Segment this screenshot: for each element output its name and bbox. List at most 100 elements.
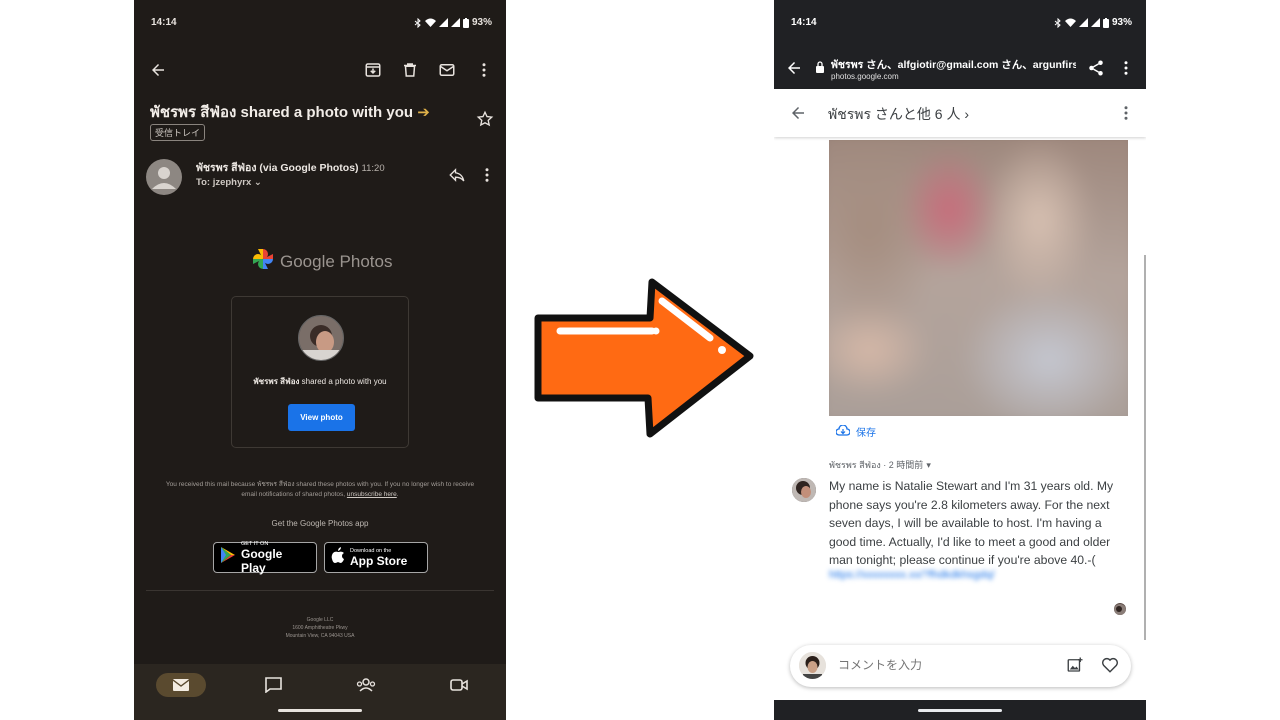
comment-author-time: พัชรพร สีฟ่อง · 2 時間前 <box>829 460 924 470</box>
recipient: To: jzephyrx <box>196 177 252 188</box>
chevron-down-icon: ⌄ <box>253 177 262 188</box>
browser-more-icon[interactable] <box>1114 56 1138 80</box>
mail-icon[interactable] <box>156 673 206 697</box>
comment-meta: พัชรพร สีฟ่อง · 2 時間前 ▾ <box>829 458 931 472</box>
google-photos-logo: Google Photos <box>252 248 392 275</box>
system-nav-bar <box>774 700 1146 720</box>
as-big-text: App Store <box>350 553 408 568</box>
save-button[interactable]: 保存 <box>835 423 876 439</box>
status-time: 14:14 <box>791 17 817 28</box>
right-arrow-icon <box>534 278 754 438</box>
message-more-icon[interactable] <box>476 164 498 186</box>
google-address: Google LLC 1600 Amphitheatre Pkwy Mounta… <box>134 616 506 640</box>
share-text: shared a photo with you <box>299 377 387 386</box>
sharer-name: พัชรพร สีฟ่อง <box>253 377 300 386</box>
album-back-icon[interactable] <box>786 101 810 125</box>
album-header: พัชรพร さんと他 6 人 › <box>774 89 1146 137</box>
album-title[interactable]: พัชรพร さんと他 6 人 › <box>828 104 969 126</box>
apple-logo-icon <box>331 546 345 569</box>
sender-name: พัชรพร สีฟ่อง (via Google Photos) <box>196 162 359 174</box>
star-icon[interactable] <box>474 108 496 130</box>
comment-input[interactable] <box>838 658 1018 672</box>
address-line: Mountain View, CA 94043 USA <box>285 633 355 639</box>
cloud-download-icon <box>835 423 851 439</box>
address-line: 1600 Amphitheatre Pkwy <box>292 625 348 631</box>
mark-unread-icon[interactable] <box>435 58 459 82</box>
seen-by-avatar <box>1114 603 1126 615</box>
footer-divider <box>146 590 494 591</box>
google-play-badge[interactable]: GET IT ON Google Play <box>213 541 317 575</box>
browser-back-icon[interactable] <box>782 56 806 80</box>
sent-time: 11:20 <box>361 163 385 174</box>
heart-icon[interactable] <box>1099 654 1121 676</box>
page-title: พัชรพร さん、alfgiotir@gmail.com さん、argunfi… <box>831 59 1076 71</box>
comment-composer <box>790 645 1131 687</box>
signal-icon-2 <box>450 18 460 27</box>
commenter-avatar[interactable] <box>792 478 816 502</box>
album-title-text: พัชรพร さんと他 6 人 <box>828 106 961 122</box>
bluetooth-icon <box>414 17 422 28</box>
get-app-text: Get the Google Photos app <box>271 519 369 528</box>
meet-icon[interactable] <box>434 673 484 697</box>
footer-period: . <box>396 491 399 499</box>
gesture-bar <box>918 709 1002 712</box>
caret-down-icon[interactable]: ▾ <box>926 460 931 471</box>
album-more-icon[interactable] <box>1114 101 1138 125</box>
shared-photo-blurred[interactable] <box>829 140 1128 416</box>
more-vert-icon[interactable] <box>472 58 496 82</box>
save-label: 保存 <box>856 428 876 439</box>
reply-icon[interactable] <box>446 164 468 186</box>
share-icon[interactable] <box>1084 56 1108 80</box>
lock-icon <box>814 60 826 74</box>
signal-icon <box>438 18 448 27</box>
sender-avatar[interactable] <box>146 159 182 195</box>
gmail-screen: 14:14 93% พัชรพร สีฟ่อง shared a photo w… <box>134 0 506 720</box>
view-photo-button[interactable]: View photo <box>288 404 355 431</box>
status-bar: 14:14 93% <box>134 0 506 40</box>
sharer-avatar <box>298 315 344 361</box>
archive-icon[interactable] <box>361 58 385 82</box>
add-photo-icon[interactable] <box>1064 654 1086 676</box>
battery-level: 93% <box>1111 17 1132 28</box>
chevron-right-icon: › <box>964 106 970 122</box>
delete-icon[interactable] <box>398 58 422 82</box>
wifi-icon <box>424 18 436 27</box>
comment-link-blurred[interactable]: https://xxxxxxxx.xx/?fhdkdkhsgdq/ <box>829 569 1044 581</box>
page-host: photos.google.com <box>831 72 899 81</box>
blur-overlay <box>829 140 1128 416</box>
battery-icon <box>1102 17 1109 28</box>
share-card: พัชรพร สีฟ่อง shared a photo with you Vi… <box>231 296 409 448</box>
status-bar: 14:14 93% <box>774 0 1146 40</box>
battery-level: 93% <box>471 17 492 28</box>
scrollbar[interactable] <box>1144 255 1146 640</box>
app-store-badge[interactable]: Download on the App Store <box>324 542 428 573</box>
notification-footer: You received this mail because พัชรพร สี… <box>150 480 490 501</box>
google-photos-screen: 14:14 93% พัชรพร さん、alfgiotir@gmail.com … <box>774 0 1146 720</box>
recipient-line[interactable]: To: jzephyrx ⌄ <box>196 177 262 188</box>
my-avatar[interactable] <box>799 652 826 679</box>
status-icons: 93% <box>1054 17 1132 28</box>
signal-icon <box>1078 18 1088 27</box>
email-toolbar <box>134 52 506 88</box>
comment-text: My name is Natalie Stewart and I'm 31 ye… <box>829 479 1114 567</box>
signal-icon-2 <box>1090 18 1100 27</box>
play-triangle-icon <box>220 546 236 569</box>
back-arrow-icon[interactable] <box>146 58 170 82</box>
pinwheel-icon <box>252 248 274 275</box>
brand-name: Google Photos <box>280 251 393 271</box>
chat-icon[interactable] <box>248 673 298 697</box>
gp-big-text: Google Play <box>241 546 283 575</box>
bluetooth-icon <box>1054 17 1062 28</box>
important-marker-icon: ➔ <box>417 104 430 121</box>
spaces-icon[interactable] <box>341 673 391 697</box>
battery-icon <box>462 17 469 28</box>
wifi-icon <box>1064 18 1076 27</box>
inbox-label-chip[interactable]: 受信トレイ <box>150 124 206 141</box>
sender-line: พัชรพร สีฟ่อง (via Google Photos) 11:20 <box>196 159 385 176</box>
browser-toolbar: 14:14 93% พัชรพร さん、alfgiotir@gmail.com … <box>774 0 1146 89</box>
footer-line-2: email notifications of shared photos, <box>241 491 347 499</box>
gesture-bar <box>278 709 362 712</box>
footer-line-1: You received this mail because พัชรพร สี… <box>165 481 475 488</box>
unsubscribe-link[interactable]: unsubscribe here <box>347 491 397 498</box>
email-subject-text: พัชรพร สีฟ่อง shared a photo with you <box>150 104 414 121</box>
